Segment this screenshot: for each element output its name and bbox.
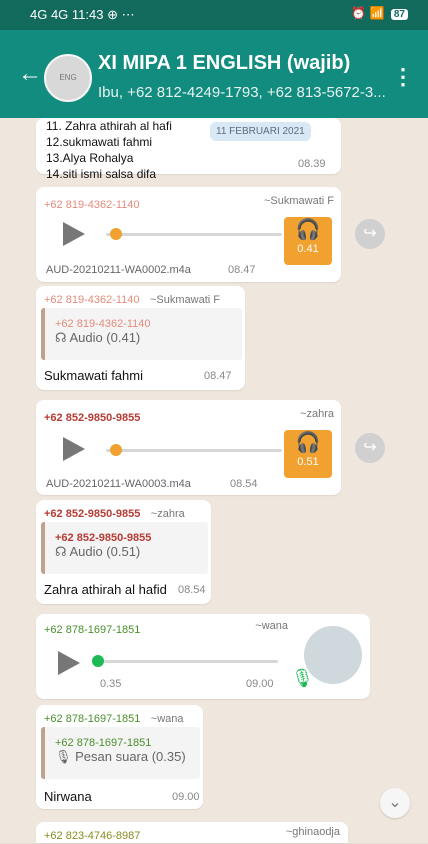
- list-item: 13.Alya Rohalya: [46, 151, 134, 165]
- status-bar: 4G 4G 11:43 ⊕ ⋯ ⏰ 📶 87: [0, 0, 428, 30]
- chat-area[interactable]: 11. Zahra athirah al hafi 12.sukmawati f…: [0, 118, 428, 843]
- sender-phone[interactable]: +62 823-4746-8987: [44, 830, 140, 842]
- alarm-icon: ⏰: [351, 6, 367, 20]
- message-time: 09.00: [246, 678, 274, 690]
- message-time: 08.54: [230, 478, 258, 490]
- quoted-text: 🎙 Pesan suara (0.35): [55, 749, 186, 764]
- headphones-glyph: 🎧: [295, 432, 321, 454]
- sender-alias: ~zahra: [150, 508, 185, 520]
- voice-message[interactable]: +62 878-1697-1851 ~wana 0.35 09.00 🎙: [36, 614, 370, 699]
- sender-phone[interactable]: +62 852-9850-9855: [44, 412, 140, 424]
- contact-avatar[interactable]: [304, 626, 362, 684]
- message-text: Sukmawati fahmi: [44, 368, 143, 383]
- quoted-text: ☊ Audio (0.51): [55, 544, 141, 559]
- sender-alias: ~Sukmawati F: [264, 195, 334, 207]
- audio-duration: 0.51: [297, 456, 319, 468]
- list-item: 11. Zahra athirah al hafi: [46, 119, 172, 133]
- sender-alias: ~ghinaodja: [285, 826, 340, 838]
- forward-icon[interactable]: ↪: [355, 433, 385, 463]
- list-item: 14.siti ismi salsa difa: [46, 167, 157, 181]
- sender-alias: ~Sukmawati F: [149, 294, 220, 306]
- sender-alias: ~zahra: [300, 408, 334, 420]
- list-item: 12.sukmawati fahmi: [46, 135, 153, 149]
- wifi-icon: 📶: [369, 6, 385, 20]
- status-right: ⏰ 📶 87: [351, 6, 408, 20]
- date-chip: 11 FEBRUARI 2021: [210, 122, 311, 141]
- message-time: 08.54: [178, 584, 206, 596]
- chat-subtitle[interactable]: Ibu, +62 812-4249-1793, +62 813-5672-3..…: [98, 84, 386, 101]
- quoted-sender: +62 878-1697-1851: [55, 737, 152, 749]
- audio-progress-track[interactable]: [106, 233, 282, 236]
- battery-icon: 87: [390, 9, 408, 20]
- list-message[interactable]: 11. Zahra athirah al hafi 12.sukmawati f…: [36, 118, 341, 181]
- message-text: Zahra athirah al hafid: [44, 582, 167, 597]
- audio-filename: AUD-20210211-WA0003.m4a: [46, 478, 191, 490]
- chat-header: ← ENG XI MIPA 1 ENGLISH (wajib) Ibu, +62…: [0, 30, 428, 118]
- sender-phone[interactable]: +62 819-4362-1140: [44, 199, 140, 211]
- voice-duration: 0.35: [100, 678, 122, 690]
- audio-progress-track[interactable]: [104, 660, 278, 663]
- back-icon[interactable]: ←: [18, 60, 42, 88]
- audio-message[interactable]: +62 852-9850-9855 ~zahra 🎧 0.51 AUD-2021…: [36, 400, 341, 495]
- quoted-sender: +62 852-9850-9855: [55, 532, 152, 544]
- sender-phone[interactable]: +62 852-9850-9855: [44, 508, 140, 520]
- more-options-icon[interactable]: ⋮: [392, 64, 414, 90]
- message-time: 08.47: [204, 370, 232, 382]
- forward-icon[interactable]: ↪: [355, 219, 385, 249]
- message-time: 09.00: [172, 791, 200, 803]
- sender-phone[interactable]: +62 819-4362-1140: [44, 294, 140, 306]
- headphones-glyph: 🎧: [295, 219, 321, 241]
- signal-icon: 4G 4G: [30, 7, 69, 22]
- partial-message[interactable]: +62 823-4746-8987 ~ghinaodja: [36, 822, 348, 843]
- status-left: 4G 4G 11:43 ⊕ ⋯: [30, 7, 135, 23]
- quoted-sender: +62 819-4362-1140: [55, 318, 151, 330]
- audio-progress-handle[interactable]: [92, 655, 104, 667]
- quoted-message[interactable]: +62 852-9850-9855 ☊ Audio (0.51): [41, 522, 208, 574]
- sender-phone[interactable]: +62 878-1697-1851: [44, 624, 140, 636]
- status-extra: ⊕ ⋯: [107, 7, 135, 22]
- sender-alias: ~wana: [255, 620, 288, 632]
- reply-message[interactable]: +62 878-1697-1851 ~wana +62 878-1697-185…: [36, 705, 203, 809]
- headphones-icon: 🎧 0.41: [284, 217, 332, 265]
- status-time: 11:43: [71, 7, 104, 22]
- group-avatar[interactable]: ENG: [44, 54, 92, 102]
- reply-message[interactable]: +62 852-9850-9855 ~zahra +62 852-9850-98…: [36, 500, 211, 604]
- play-icon[interactable]: [63, 222, 85, 246]
- scroll-down-icon[interactable]: ⌄: [380, 788, 410, 818]
- audio-duration: 0.41: [297, 243, 319, 255]
- message-text: Nirwana: [44, 789, 92, 804]
- sender-alias: ~wana: [150, 713, 184, 725]
- audio-progress-track[interactable]: [106, 449, 282, 452]
- audio-progress-handle[interactable]: [110, 444, 122, 456]
- quoted-text: ☊ Audio (0.41): [55, 330, 141, 345]
- quoted-message[interactable]: +62 878-1697-1851 🎙 Pesan suara (0.35): [41, 727, 200, 779]
- message-time: 08.47: [228, 264, 256, 276]
- reply-message[interactable]: +62 819-4362-1140 ~Sukmawati F +62 819-4…: [36, 286, 245, 390]
- chat-title[interactable]: XI MIPA 1 ENGLISH (wajib): [98, 52, 350, 75]
- headphones-icon: 🎧 0.51: [284, 430, 332, 478]
- play-icon[interactable]: [63, 437, 85, 461]
- audio-message[interactable]: +62 819-4362-1140 ~Sukmawati F 🎧 0.41 AU…: [36, 187, 341, 282]
- audio-filename: AUD-20210211-WA0002.m4a: [46, 264, 191, 276]
- message-time: 08.39: [298, 158, 326, 170]
- quoted-message[interactable]: +62 819-4362-1140 ☊ Audio (0.41): [41, 308, 242, 360]
- audio-progress-handle[interactable]: [110, 228, 122, 240]
- play-icon[interactable]: [58, 651, 80, 675]
- sender-phone[interactable]: +62 878-1697-1851: [44, 713, 140, 725]
